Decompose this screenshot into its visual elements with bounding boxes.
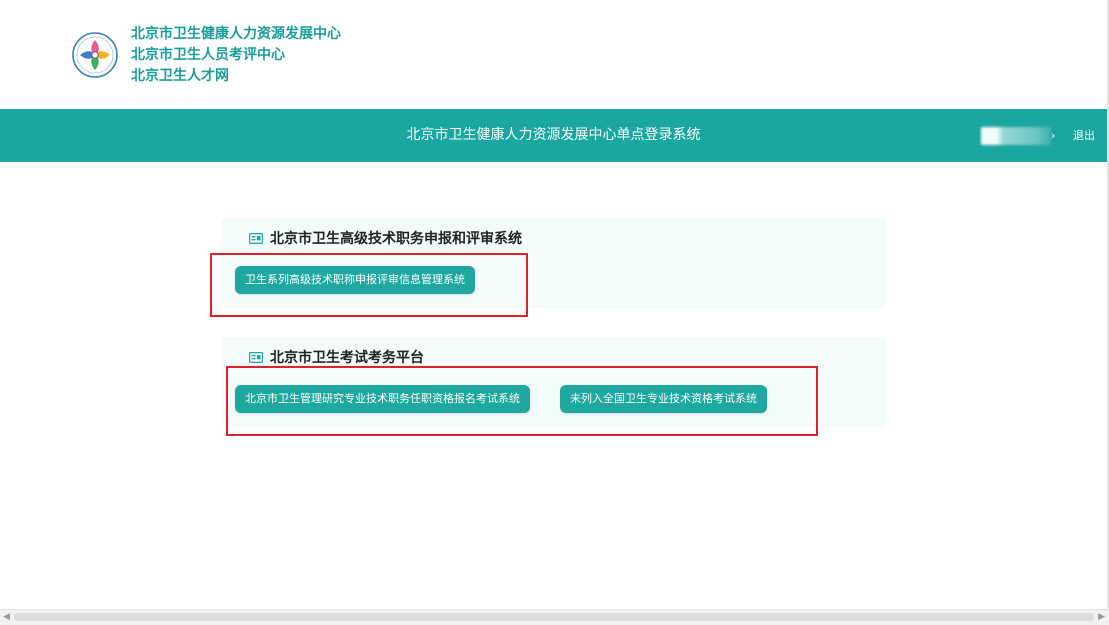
logout-link[interactable]: 退出 <box>1073 127 1095 145</box>
logo-emblem-icon <box>72 32 118 78</box>
section-title-text: 北京市卫生考试考务平台 <box>270 350 424 366</box>
org-name-primary: 北京市卫生健康人力资源发展中心 <box>131 26 341 42</box>
section-title: 北京市卫生考试考务平台 <box>249 347 424 367</box>
org-names: 北京市卫生健康人力资源发展中心 北京市卫生人员考评中心 北京卫生人才网 <box>131 24 341 87</box>
section-title: 北京市卫生高级技术职务申报和评审系统 <box>249 228 522 248</box>
site-header: 北京市卫生健康人力资源发展中心 北京市卫生人员考评中心 北京卫生人才网 <box>0 0 1109 109</box>
list-card-icon <box>249 232 263 244</box>
highlight-box <box>210 253 528 317</box>
banner-title: 北京市卫生健康人力资源发展中心单点登录系统 <box>406 127 701 143</box>
scroll-left-arrow-icon[interactable]: ◀ <box>3 612 10 622</box>
horizontal-scrollbar[interactable]: ◀ ▶ <box>0 609 1109 625</box>
scrollbar-thumb[interactable] <box>14 613 1094 621</box>
highlight-box <box>226 366 818 436</box>
chevron-right-icon[interactable]: › <box>1051 127 1055 145</box>
user-name-blurred[interactable] <box>981 127 1051 145</box>
section-title-text: 北京市卫生高级技术职务申报和评审系统 <box>270 231 522 247</box>
scroll-right-arrow-icon[interactable]: ▶ <box>1098 612 1105 622</box>
list-card-icon <box>249 351 263 363</box>
org-name-secondary: 北京市卫生人员考评中心 <box>131 47 285 63</box>
org-name-talent-net: 北京卫生人才网 <box>131 68 229 84</box>
title-banner: 北京市卫生健康人力资源发展中心单点登录系统 › 退出 <box>0 109 1107 162</box>
